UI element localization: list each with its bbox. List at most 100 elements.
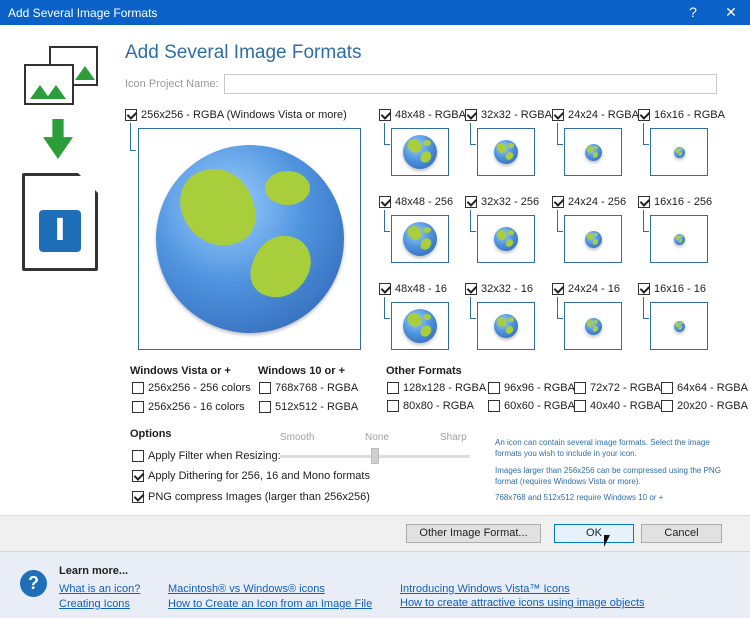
checkbox-format[interactable]: 16x16 - 256 — [638, 196, 712, 208]
dithering-checkbox[interactable]: Apply Dithering for 256, 16 and Mono for… — [132, 470, 370, 482]
globe-icon — [494, 227, 518, 251]
checkbox-box — [661, 382, 673, 394]
filter-checkbox[interactable]: Apply Filter when Resizing: — [132, 450, 281, 462]
other-formats-title: Other Formats — [386, 365, 462, 377]
button-bar — [0, 515, 750, 551]
cancel-button[interactable]: Cancel — [641, 524, 722, 543]
other-format-checkbox[interactable]: 128x128 - RGBA — [387, 382, 486, 394]
checkbox-box — [379, 109, 391, 121]
other-format-checkbox[interactable]: 80x80 - RGBA — [387, 400, 474, 412]
checkbox-label: 512x512 - RGBA — [275, 401, 359, 413]
slider-label-none: None — [365, 432, 389, 443]
project-name-label: Icon Project Name: — [125, 78, 219, 90]
checkbox-format[interactable]: 48x48 - 256 — [379, 196, 453, 208]
globe-icon — [584, 317, 602, 335]
format-preview — [477, 128, 535, 176]
icon-file-icon: I — [22, 173, 98, 271]
vista-format-checkbox[interactable]: 256x256 - 16 colors — [132, 401, 245, 413]
checkbox-label: 48x48 - 16 — [395, 283, 447, 295]
link-what-is-icon[interactable]: What is an icon? — [59, 583, 140, 595]
project-name-input[interactable] — [224, 74, 717, 94]
vista-title: Windows Vista or + — [130, 365, 231, 377]
checkbox-label: 16x16 - 16 — [654, 283, 706, 295]
link-creating-icons[interactable]: Creating Icons — [59, 598, 130, 610]
checkbox-box — [132, 382, 144, 394]
checkbox-box — [661, 400, 673, 412]
png-compress-checkbox[interactable]: PNG compress Images (larger than 256x256… — [132, 491, 370, 503]
help-button[interactable]: ? — [676, 0, 710, 25]
arrow-down-icon — [43, 119, 73, 159]
checkbox-label: 16x16 - 256 — [654, 196, 713, 208]
checkbox-label: 48x48 - RGBA — [395, 109, 466, 121]
options-title: Options — [130, 428, 172, 440]
vista-format-checkbox[interactable]: 256x256 - 256 colors — [132, 382, 251, 394]
checkbox-256-rgba[interactable]: 256x256 - RGBA (Windows Vista or more) — [125, 109, 347, 121]
checkbox-format[interactable]: 24x24 - 16 — [552, 283, 620, 295]
checkbox-format[interactable]: 16x16 - 16 — [638, 283, 706, 295]
globe-icon — [673, 233, 685, 245]
checkbox-label: 24x24 - 16 — [568, 283, 620, 295]
checkbox-box — [638, 283, 650, 295]
checkbox-format[interactable]: 32x32 - 256 — [465, 196, 539, 208]
ok-button[interactable]: OK — [554, 524, 634, 543]
globe-icon — [584, 230, 602, 248]
other-format-checkbox[interactable]: 96x96 - RGBA — [488, 382, 575, 394]
other-format-checkbox[interactable]: 72x72 - RGBA — [574, 382, 661, 394]
other-format-checkbox[interactable]: 64x64 - RGBA — [661, 382, 748, 394]
checkbox-box — [574, 382, 586, 394]
other-format-checkbox[interactable]: 60x60 - RGBA — [488, 400, 575, 412]
format-preview — [477, 302, 535, 350]
checkbox-format[interactable]: 32x32 - 16 — [465, 283, 533, 295]
checkbox-format[interactable]: 32x32 - RGBA — [465, 109, 552, 121]
checkbox-label: 96x96 - RGBA — [504, 382, 575, 394]
format-preview — [391, 128, 449, 176]
format-preview — [650, 128, 708, 176]
link-attractive-icons[interactable]: How to create attractive icons using ima… — [400, 597, 645, 609]
checkbox-label: 256x256 - RGBA (Windows Vista or more) — [141, 109, 347, 121]
win10-format-checkbox[interactable]: 512x512 - RGBA — [259, 401, 358, 413]
checkbox-box — [465, 196, 477, 208]
checkbox-box — [465, 109, 477, 121]
checkbox-box — [552, 283, 564, 295]
win10-title: Windows 10 or + — [258, 365, 346, 377]
win10-format-checkbox[interactable]: 768x768 - RGBA — [259, 382, 358, 394]
checkbox-label: 32x32 - RGBA — [481, 109, 552, 121]
checkbox-label: 32x32 - 256 — [481, 196, 540, 208]
checkbox-box — [259, 401, 271, 413]
checkbox-box — [638, 109, 650, 121]
checkbox-label: 40x40 - RGBA — [590, 400, 661, 412]
checkbox-box — [132, 491, 144, 503]
globe-icon — [494, 140, 518, 164]
checkbox-box — [132, 470, 144, 482]
globe-icon — [584, 143, 602, 161]
format-preview — [391, 302, 449, 350]
mouse-cursor-icon — [604, 535, 610, 547]
link-icon-from-image[interactable]: How to Create an Icon from an Image File — [168, 598, 372, 610]
checkbox-format[interactable]: 48x48 - RGBA — [379, 109, 466, 121]
checkbox-label: 20x20 - RGBA — [677, 400, 748, 412]
checkbox-box — [574, 400, 586, 412]
checkbox-format[interactable]: 48x48 - 16 — [379, 283, 447, 295]
link-vista-icons[interactable]: Introducing Windows Vista™ Icons — [400, 583, 570, 595]
checkbox-label: 48x48 - 256 — [395, 196, 454, 208]
checkbox-box — [387, 400, 399, 412]
checkbox-format[interactable]: 24x24 - RGBA — [552, 109, 639, 121]
close-button[interactable]: ✕ — [714, 0, 748, 25]
checkbox-format[interactable]: 24x24 - 256 — [552, 196, 626, 208]
checkbox-format[interactable]: 16x16 - RGBA — [638, 109, 725, 121]
other-image-format-button[interactable]: Other Image Format... — [406, 524, 541, 543]
checkbox-label: 128x128 - RGBA — [403, 382, 487, 394]
format-preview — [391, 215, 449, 263]
checkbox-label: 16x16 - RGBA — [654, 109, 725, 121]
filter-slider-thumb[interactable] — [371, 448, 379, 464]
other-format-checkbox[interactable]: 20x20 - RGBA — [661, 400, 748, 412]
format-preview — [564, 302, 622, 350]
format-preview — [477, 215, 535, 263]
other-format-checkbox[interactable]: 40x40 - RGBA — [574, 400, 661, 412]
checkbox-box — [132, 450, 144, 462]
checkbox-label: 24x24 - RGBA — [568, 109, 639, 121]
help-icon: ? — [20, 570, 47, 597]
globe-icon — [673, 146, 685, 158]
link-mac-vs-windows[interactable]: Macintosh® vs Windows® icons — [168, 583, 325, 595]
checkbox-label: 768x768 - RGBA — [275, 382, 359, 394]
